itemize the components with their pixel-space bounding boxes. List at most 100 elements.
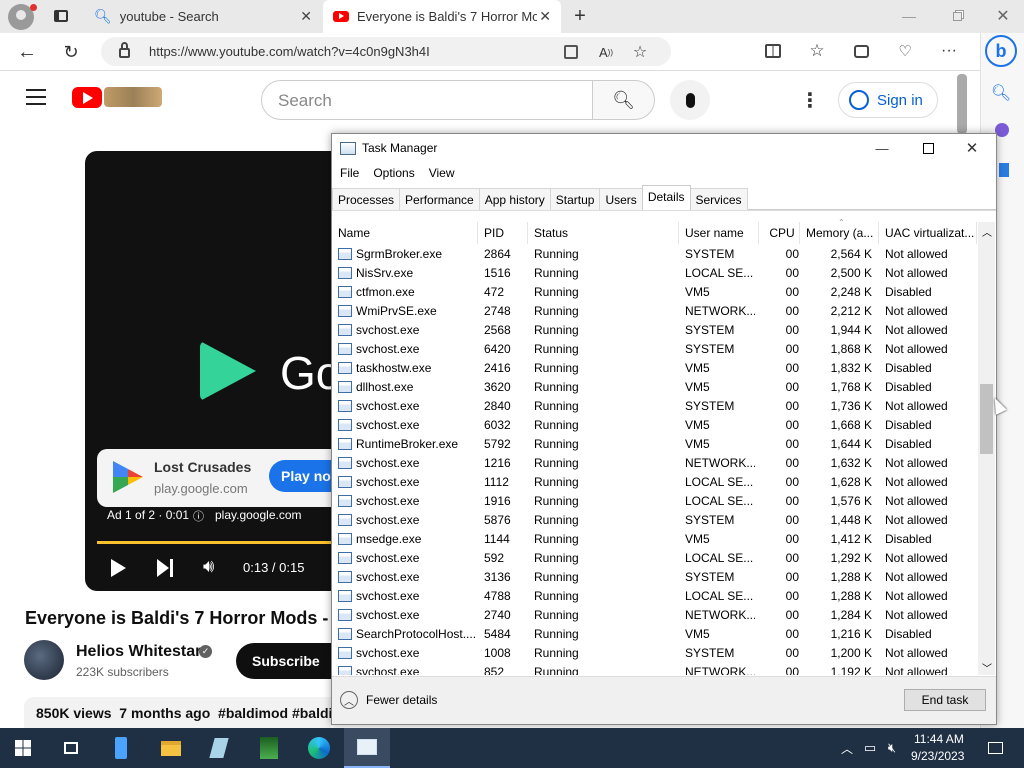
phone-app-icon[interactable] [98,728,144,768]
tab-services[interactable]: Services [689,188,748,210]
maximize-icon[interactable] [916,138,940,158]
table-row[interactable]: svchost.exe 1916 Running LOCAL SE... 00 1,576… [332,492,977,511]
favorites-icon[interactable]: ☆ [806,40,828,62]
url-field[interactable]: https://www.youtube.com/watch?v=4c0n9gN3… [101,37,671,66]
scroll-down-icon[interactable]: ﹀ [982,660,992,675]
tab-startup[interactable]: Startup [549,188,601,210]
minimize-icon[interactable]: — [896,6,922,26]
table-row[interactable]: dllhost.exe 3620 Running VM5 00 1,768 K Disabl… [332,378,977,397]
tab-youtube-search[interactable]: 🔍︎ youtube - Search ✕ [84,0,322,33]
fewer-details-link[interactable]: Fewer details [366,693,437,707]
channel-avatar[interactable] [24,640,64,680]
hamburger-menu-icon[interactable] [26,89,46,105]
col-name[interactable]: Name [332,222,478,244]
scroll-up-icon[interactable]: ︿ [982,224,992,239]
table-row[interactable]: svchost.exe 2840 Running SYSTEM 00 1,736 K Not… [332,397,977,416]
table-row[interactable]: msedge.exe 1144 Running VM5 00 1,412 K Disable… [332,530,977,549]
table-row[interactable]: svchost.exe 4788 Running LOCAL SE... 00 1,288… [332,587,977,606]
tab-users[interactable]: Users [599,188,643,210]
start-button[interactable] [0,728,46,768]
end-task-button[interactable]: End task [904,689,986,711]
split-screen-icon[interactable] [762,40,784,62]
search-button[interactable]: 🔍︎ [592,80,655,120]
table-row[interactable]: svchost.exe 6420 Running SYSTEM 00 1,868 K Not… [332,340,977,359]
tab-performance[interactable]: Performance [399,188,480,210]
video-player[interactable]: Go Lost Crusades play.google.com Play no… [85,151,345,591]
table-row[interactable]: svchost.exe 852 Running NETWORK... 00 1,192 K… [332,663,977,675]
extensions-icon[interactable]: ♡ [894,40,916,62]
more-menu-icon[interactable]: ··· [938,40,960,62]
table-row[interactable]: WmiPrvSE.exe 2748 Running NETWORK... 00 2,212… [332,302,977,321]
close-tab-icon[interactable]: ✕ [300,8,312,25]
table-row[interactable]: svchost.exe 3136 Running SYSTEM 00 1,288 K Not… [332,568,977,587]
task-manager-taskbar-icon[interactable] [344,728,390,768]
description-box[interactable]: 850K views 7 months ago #baldimod #baldi… [24,697,331,728]
subscribe-button[interactable]: Subscribe [236,643,331,679]
table-row[interactable]: svchost.exe 2740 Running NETWORK... 00 1,284 … [332,606,977,625]
settings-dots-icon[interactable]: ⋮ [800,86,820,114]
table-row[interactable]: SearchProtocolHost.... 5484 Running VM5 00 1,… [332,625,977,644]
speaker-muted-icon[interactable]: 🔇︎ [880,728,904,768]
search-input[interactable]: Search [261,80,593,120]
sidebar-app-icon-2[interactable] [999,163,1009,177]
sign-in-button[interactable]: Sign in [838,82,938,118]
menu-file[interactable]: File [340,166,359,180]
play-icon[interactable] [111,559,126,577]
file-explorer-icon[interactable] [148,728,194,768]
close-icon[interactable]: ✕ [960,138,984,158]
channel-name[interactable]: Helios Whitestar [76,643,201,661]
next-icon[interactable] [157,559,175,577]
doodle-logo-icon[interactable] [104,87,162,107]
clock-time[interactable]: 11:44 AM [914,732,964,746]
new-tab-icon[interactable]: + [568,4,592,28]
table-row[interactable]: svchost.exe 5876 Running SYSTEM 00 1,448 K Not… [332,511,977,530]
bing-copilot-icon[interactable]: b [985,35,1017,67]
minimize-icon[interactable]: — [870,138,894,158]
menu-options[interactable]: Options [373,166,414,180]
tab-app-history[interactable]: App history [478,188,551,210]
task-manager-window[interactable]: Task Manager — ✕ File Options View Process… [331,133,997,725]
tab-youtube-video[interactable]: Everyone is Baldi's 7 Horror Mods ✕ [323,0,561,33]
refresh-icon[interactable]: ↻ [58,39,84,65]
table-row[interactable]: svchost.exe 2568 Running SYSTEM 00 1,944 K Not… [332,321,977,340]
col-cpu[interactable]: CPU [759,222,800,244]
ad-link[interactable]: play.google.com [215,508,302,522]
tray-chevron-icon[interactable]: ︿ [836,728,858,768]
close-window-icon[interactable]: ✕ [990,6,1016,26]
table-row[interactable]: ctfmon.exe 472 Running VM5 00 2,248 K Disabled [332,283,977,302]
notepad-icon[interactable] [196,728,242,768]
read-aloud-icon[interactable]: A)) [595,41,617,63]
table-row[interactable]: NisSrv.exe 1516 Running LOCAL SE... 00 2,500 … [332,264,977,283]
scroll-thumb[interactable] [980,384,993,454]
youtube-logo-icon[interactable] [72,87,102,108]
voice-search-button[interactable] [670,80,710,120]
restore-icon[interactable] [944,6,970,26]
apps-icon[interactable] [561,42,581,62]
sidebar-app-icon[interactable] [995,123,1009,137]
table-row[interactable]: svchost.exe 1008 Running SYSTEM 00 1,200 K Not… [332,644,977,663]
progress-bar[interactable] [97,541,345,544]
info-icon[interactable]: ⓘ [193,508,204,524]
col-status[interactable]: Status [528,222,679,244]
sidebar-search-icon[interactable]: 🔍︎ [989,81,1013,105]
table-row[interactable]: svchost.exe 1216 Running NETWORK... 00 1,632 … [332,454,977,473]
menu-view[interactable]: View [429,166,455,180]
back-icon[interactable]: ← [14,39,40,65]
notifications-icon[interactable] [972,728,1018,768]
tab-details[interactable]: Details [641,185,691,210]
tab-processes[interactable]: Processes [332,188,401,210]
table-row[interactable]: svchost.exe 592 Running LOCAL SE... 00 1,292 … [332,549,977,568]
chevron-up-icon[interactable]: ︿ [340,691,358,709]
game-icon[interactable] [246,728,292,768]
network-icon[interactable]: ▭ [858,728,882,768]
col-pid[interactable]: PID [478,222,528,244]
tab-actions-icon[interactable] [50,6,72,26]
table-row[interactable]: svchost.exe 6032 Running VM5 00 1,668 K Disabl… [332,416,977,435]
table-row[interactable]: svchost.exe 1112 Running LOCAL SE... 00 1,628… [332,473,977,492]
volume-icon[interactable]: 🔊︎ [203,556,214,577]
collections-icon[interactable] [850,40,872,62]
favorite-star-icon[interactable]: ☆ [629,41,651,63]
table-row[interactable]: RuntimeBroker.exe 5792 Running VM5 00 1,644 K… [332,435,977,454]
clock-date[interactable]: 9/23/2023 [911,749,964,763]
col-uac[interactable]: UAC virtualizat... [879,222,977,244]
